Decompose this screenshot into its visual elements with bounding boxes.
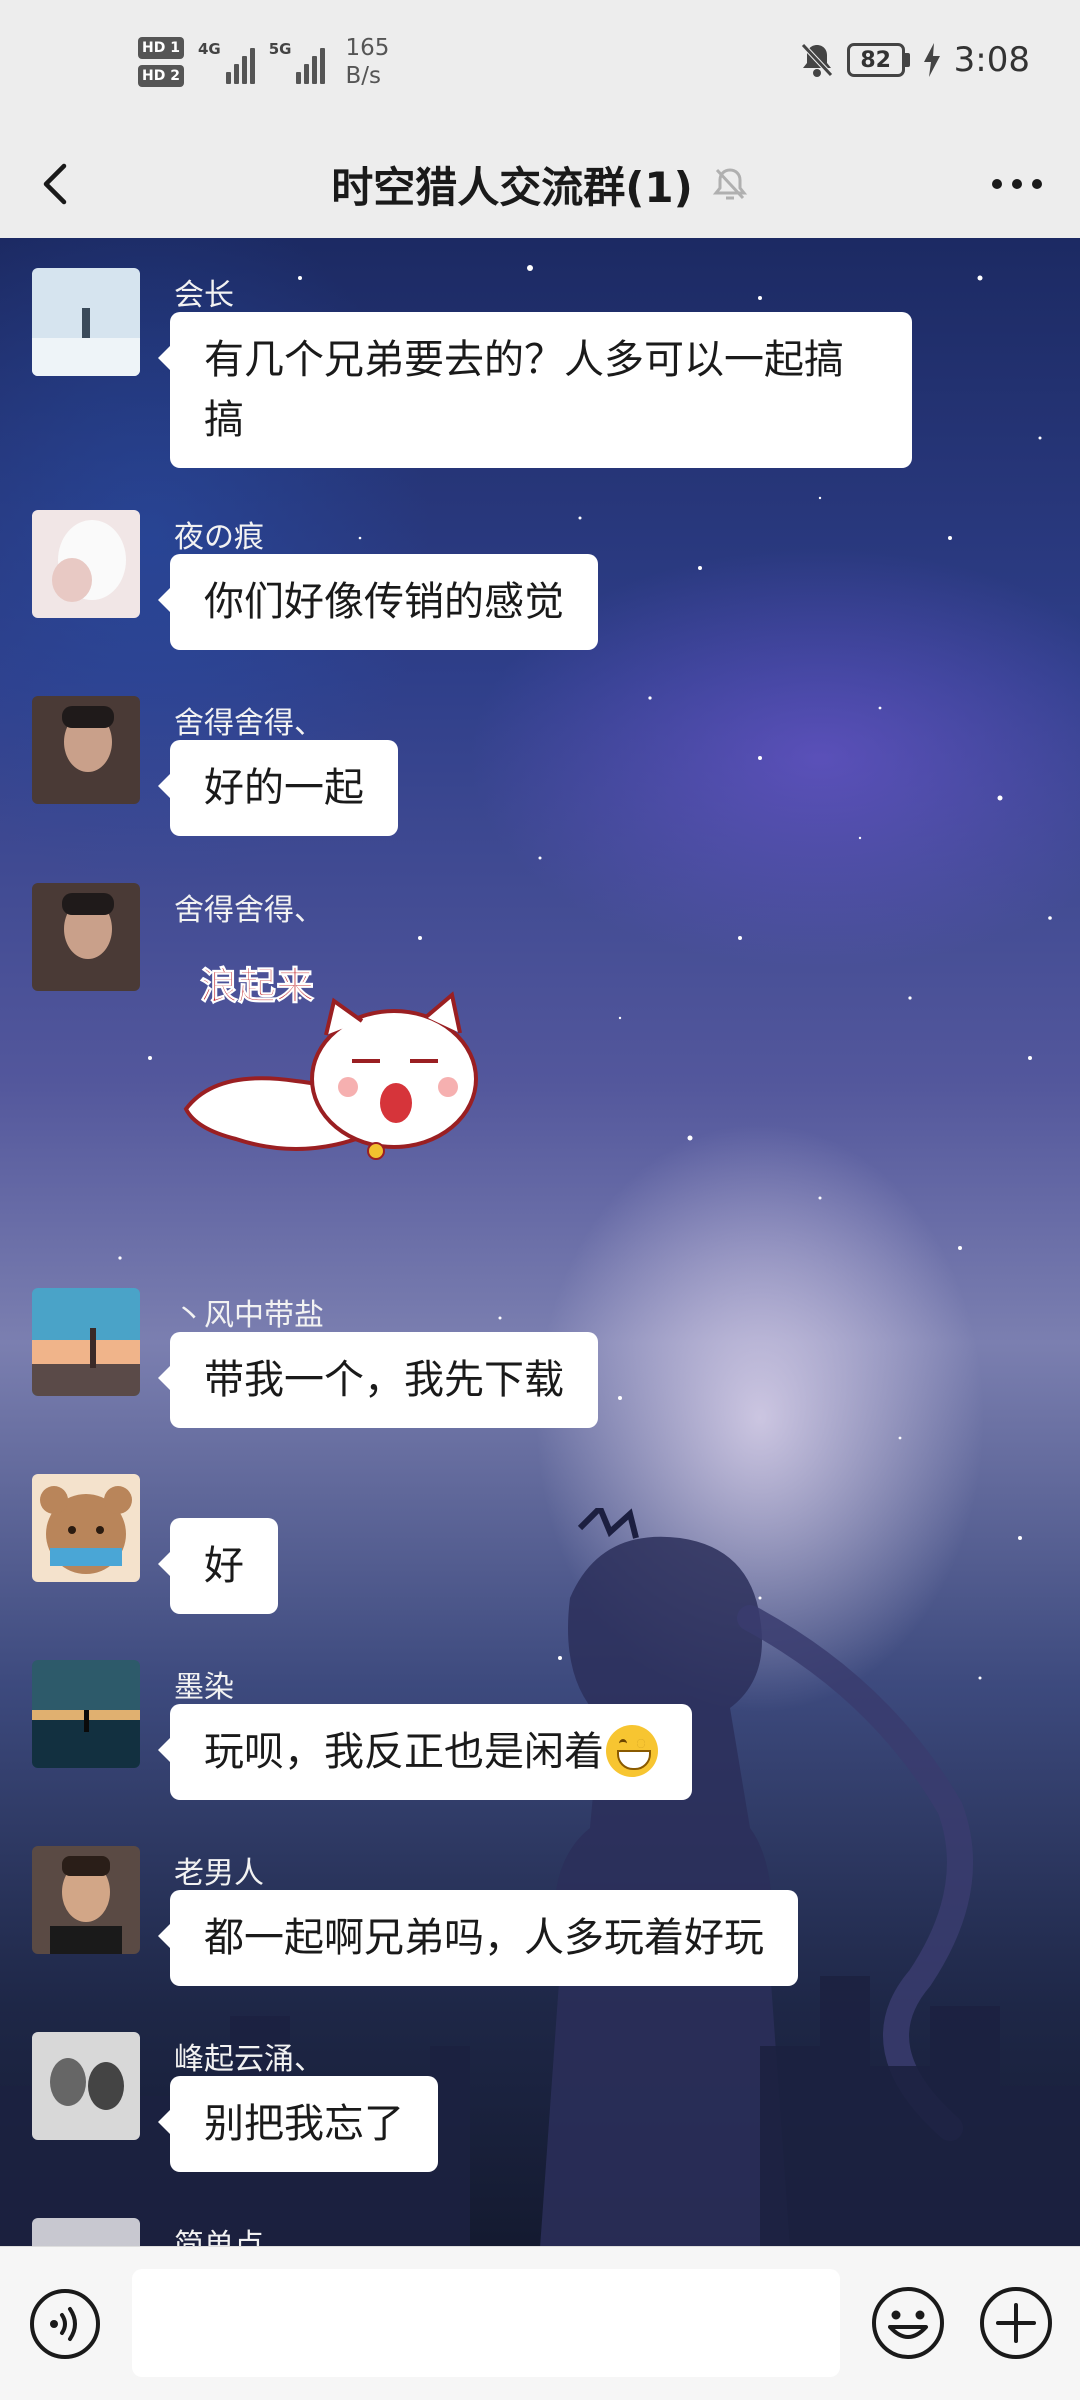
signal-4g-icon: 4G [198, 40, 255, 84]
sim2-badge: HD 2 [138, 65, 184, 87]
sender-name: 墨染 [174, 1670, 234, 1705]
sim1-badge: HD 1 [138, 37, 184, 59]
message-bubble[interactable]: 别把我忘了 [158, 2076, 438, 2172]
avatar[interactable] [32, 268, 140, 376]
chat-header: 时空猎人交流群(1) [0, 130, 1080, 238]
emoji-button[interactable] [870, 2285, 946, 2361]
network-speed: 165 B/s [345, 34, 389, 90]
plus-icon [980, 2287, 1052, 2359]
charging-bolt-icon [923, 43, 940, 77]
avatar[interactable] [32, 1660, 140, 1768]
more-actions-button[interactable] [978, 2285, 1054, 2361]
voice-icon [30, 2289, 100, 2359]
battery-icon: 82 [846, 43, 910, 77]
sender-name: 老男人 [174, 1856, 264, 1891]
message-bubble[interactable]: 好 [158, 1518, 278, 1614]
sender-name: 夜の痕 [174, 520, 264, 555]
sender-name: 会长 [174, 278, 234, 313]
avatar[interactable] [32, 696, 140, 804]
message-text: 玩呗，我反正也是闲着 [204, 1729, 604, 1775]
sticker-message[interactable]: 浪起来 [176, 955, 496, 1185]
chat-background[interactable]: 会长 有几个兄弟要去的？人多可以一起搞搞 夜の痕 你们好像传销的感觉 舍得舍得、… [0, 238, 1080, 2246]
clock: 3:08 [953, 40, 1030, 80]
status-bar: HD 1 HD 2 4G 5G 165 B/s 82 3:08 [0, 0, 1080, 130]
sender-name: 简单点 [174, 2228, 264, 2246]
avatar[interactable] [32, 510, 140, 618]
avatar[interactable] [32, 1288, 140, 1396]
message-bubble[interactable]: 你们好像传销的感觉 [158, 554, 598, 650]
sim-indicators: HD 1 HD 2 [138, 37, 184, 87]
avatar[interactable] [32, 883, 140, 991]
sender-name: 舍得舍得、 [174, 893, 324, 928]
message-bubble[interactable]: 有几个兄弟要去的？人多可以一起搞搞 [158, 312, 912, 468]
emoji-face-icon [872, 2287, 944, 2359]
message-bubble[interactable]: 带我一个，我先下载 [158, 1332, 598, 1428]
chat-title-group: 时空猎人交流群(1) [0, 130, 1080, 238]
avatar[interactable] [32, 1474, 140, 1582]
message-bubble[interactable]: 都一起啊兄弟吗，人多玩着好玩 [158, 1890, 798, 1986]
network-label-4g: 4G [197, 40, 221, 58]
flying-cat-sticker [183, 991, 478, 1160]
status-right: 82 3:08 [799, 40, 1030, 80]
speed-value: 165 [345, 35, 390, 61]
sender-name: 舍得舍得、 [174, 706, 324, 741]
sender-name: 峰起云涌、 [174, 2042, 324, 2077]
message-input[interactable] [132, 2269, 840, 2377]
status-left: HD 1 HD 2 4G 5G 165 B/s [138, 34, 389, 90]
grinning-face-emoji [606, 1725, 658, 1777]
sender-name: 丶风中带盐 [174, 1298, 324, 1333]
muted-bell-icon [712, 168, 747, 200]
network-label-5g: 5G [268, 40, 292, 58]
mute-bell-icon [800, 43, 833, 77]
message-bubble[interactable]: 玩呗，我反正也是闲着 [158, 1704, 692, 1800]
avatar[interactable] [32, 2218, 140, 2246]
signal-5g-icon: 5G [269, 40, 326, 84]
voice-button[interactable] [28, 2287, 102, 2361]
message-bubble[interactable]: 好的一起 [158, 740, 398, 836]
battery-level: 82 [846, 43, 905, 77]
input-bar [0, 2246, 1080, 2400]
speed-unit: B/s [345, 63, 381, 89]
avatar[interactable] [32, 2032, 140, 2140]
chat-title: 时空猎人交流群(1) [331, 162, 693, 212]
more-button[interactable] [982, 154, 1052, 214]
avatar[interactable] [32, 1846, 140, 1954]
more-dots-icon [992, 179, 1042, 189]
